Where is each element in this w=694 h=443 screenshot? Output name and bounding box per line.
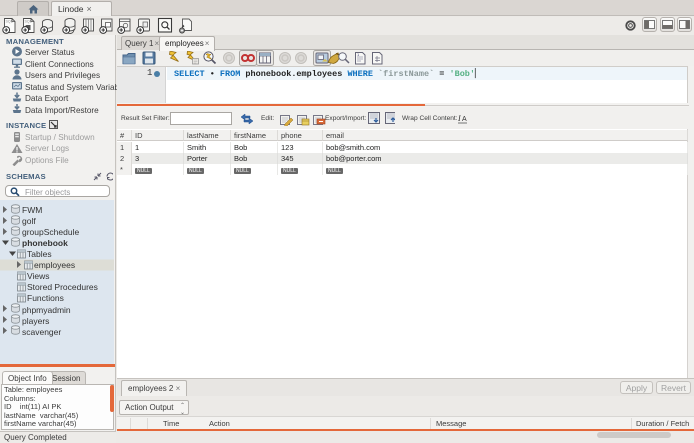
svg-text:A: A bbox=[462, 116, 467, 123]
svg-text:I: I bbox=[458, 114, 461, 123]
